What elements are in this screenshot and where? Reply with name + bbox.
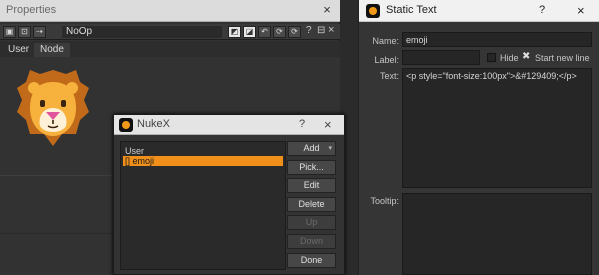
redo-icon[interactable]: ⟳ bbox=[273, 26, 286, 38]
list-item-selected[interactable]: [] emoji bbox=[123, 156, 283, 166]
node-toolbar: ▣ ⊡ ⇢ NoOp ◩ ◪ ↶ ⟳ ⟳ ? ⊟ × bbox=[0, 24, 340, 40]
delete-button[interactable]: Delete bbox=[287, 197, 336, 212]
tooltip-label: Tooltip: bbox=[370, 196, 399, 206]
checkmark-icon[interactable]: ✖ bbox=[522, 51, 530, 62]
nukex-logo-icon bbox=[366, 4, 380, 18]
close-icon[interactable]: × bbox=[577, 3, 585, 18]
up-button[interactable]: Up bbox=[287, 215, 336, 230]
close-node-icon[interactable]: × bbox=[328, 24, 334, 36]
hide-checkbox[interactable] bbox=[487, 53, 496, 62]
properties-tabs: User Node bbox=[0, 41, 340, 57]
text-area[interactable]: <p style="font-size:100px">&#129409;</p> bbox=[402, 68, 592, 188]
undo-icon[interactable]: ↶ bbox=[258, 26, 271, 38]
node-name-field[interactable]: NoOp bbox=[62, 26, 222, 38]
window-title: Static Text bbox=[386, 4, 437, 16]
pick-button[interactable]: Pick... bbox=[287, 160, 336, 175]
dialog-title-bar: NukeX ? × bbox=[114, 115, 344, 135]
tab-node[interactable]: Node bbox=[34, 43, 70, 57]
close-icon[interactable]: × bbox=[324, 117, 332, 132]
done-button[interactable]: Done bbox=[287, 253, 336, 268]
list-item[interactable]: User bbox=[123, 146, 283, 156]
color-b-icon[interactable]: ◪ bbox=[243, 26, 256, 38]
nukex-dialog: NukeX ? × User [] emoji Add ▾ Pick... Ed… bbox=[113, 114, 345, 275]
properties-title: Properties bbox=[6, 4, 57, 16]
label-label: Label: bbox=[374, 55, 399, 65]
center-node-icon[interactable]: ⇢ bbox=[33, 26, 46, 38]
nukex-logo-icon bbox=[119, 118, 133, 132]
down-button[interactable]: Down bbox=[287, 234, 336, 249]
text-label: Text: bbox=[379, 71, 399, 81]
chevron-down-icon: ▾ bbox=[328, 145, 332, 152]
name-label: Name: bbox=[372, 36, 399, 46]
dialog-title: NukeX bbox=[137, 118, 171, 130]
tooltip-area[interactable] bbox=[402, 193, 592, 275]
revert-icon[interactable]: ⟳ bbox=[288, 26, 301, 38]
help-icon[interactable]: ? bbox=[539, 4, 545, 16]
properties-title-bar: Properties × bbox=[0, 0, 340, 22]
hide-label: Hide bbox=[500, 53, 519, 63]
close-icon[interactable]: × bbox=[320, 3, 334, 17]
label-field[interactable] bbox=[402, 50, 480, 65]
static-text-window: Static Text ? × Name: emoji Label: Hide … bbox=[358, 0, 599, 275]
float-icon[interactable]: ⊟ bbox=[317, 25, 325, 36]
tab-user[interactable]: User bbox=[2, 43, 36, 57]
help-icon[interactable]: ? bbox=[306, 25, 312, 36]
add-button[interactable]: Add ▾ bbox=[287, 141, 336, 156]
knob-list[interactable]: User [] emoji bbox=[120, 141, 286, 270]
static-text-title-bar: Static Text ? × bbox=[359, 0, 599, 22]
start-new-line-label: Start new line bbox=[535, 53, 590, 63]
color-a-icon[interactable]: ◩ bbox=[228, 26, 241, 38]
pin-icon[interactable]: ▣ bbox=[3, 26, 16, 38]
view-node-icon[interactable]: ⊡ bbox=[18, 26, 31, 38]
lion-face-icon bbox=[17, 70, 89, 146]
help-icon[interactable]: ? bbox=[299, 118, 305, 130]
name-field[interactable]: emoji bbox=[402, 32, 592, 47]
edit-button[interactable]: Edit bbox=[287, 178, 336, 193]
